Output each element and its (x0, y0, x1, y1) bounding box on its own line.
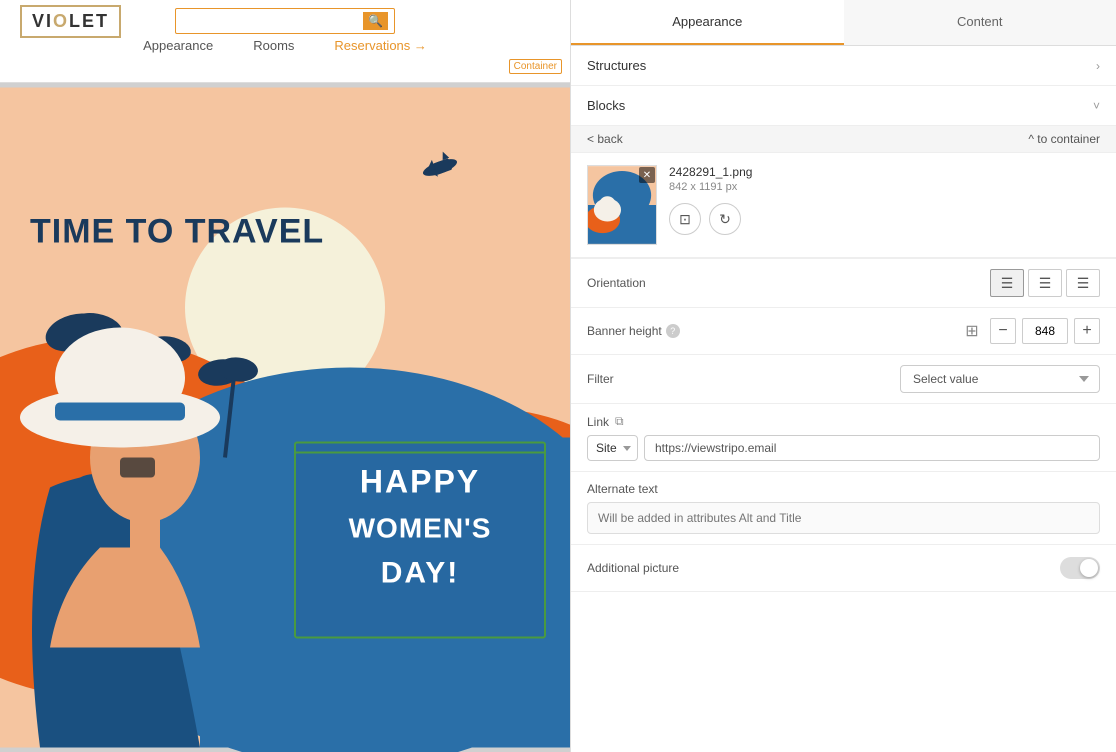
nav-bar: Appearance Rooms Reservations → (143, 38, 427, 53)
orient-right-button[interactable]: ☰ (1066, 269, 1100, 297)
link-inputs: Site (587, 435, 1100, 461)
nav-reservations[interactable]: Reservations → (334, 38, 426, 53)
blocks-label: Blocks (587, 98, 625, 113)
banner-height-label: Banner height ? (587, 324, 680, 338)
alternate-text-label: Alternate text (587, 482, 1100, 496)
height-input[interactable]: 848 (1022, 318, 1068, 344)
height-control: ⊞ − 848 + (960, 318, 1100, 344)
structures-label: Structures (587, 58, 646, 73)
additional-picture-toggle[interactable] (1060, 557, 1100, 579)
search-input[interactable] (182, 14, 363, 28)
panel-tabs: Appearance Content (571, 0, 1116, 46)
orientation-row: Orientation ☰ ☰ ☰ (571, 259, 1116, 308)
filter-select[interactable]: Select value (900, 365, 1100, 393)
crop-button[interactable]: ⊡ (669, 203, 701, 235)
orientation-label: Orientation (587, 276, 646, 290)
structures-section[interactable]: Structures › (571, 46, 1116, 86)
banner-svg: TIME TO TRAVEL HAPPY WOMEN'S DAY! (0, 83, 570, 752)
nav-about[interactable]: Appearance (143, 38, 213, 53)
grid-icon: ⊞ (960, 319, 984, 343)
alternate-text-section: Alternate text (571, 472, 1116, 545)
filter-row: Filter Select value (571, 355, 1116, 404)
replace-button[interactable]: ↻ (709, 203, 741, 235)
logo-o: O (53, 11, 69, 31)
additional-picture-label: Additional picture (587, 561, 679, 575)
blocks-section: Blocks ˅ < back ^ to container ✕ (571, 86, 1116, 259)
image-thumb-wrap: ✕ (587, 165, 657, 245)
logo: VIOLET (20, 5, 121, 38)
link-label: Link ⧉ (587, 414, 1100, 429)
image-info: 2428291_1.png 842 x 1191 px ⊡ ↻ (669, 165, 1100, 235)
alternate-text-input[interactable] (587, 502, 1100, 534)
container-label: Container (509, 59, 562, 74)
search-bar[interactable]: 🔍 (175, 8, 395, 34)
back-button[interactable]: < back (587, 132, 623, 146)
banner-height-row: Banner height ? ⊞ − 848 + (571, 308, 1116, 355)
orientation-buttons: ☰ ☰ ☰ (990, 269, 1100, 297)
structures-chevron-icon: › (1096, 59, 1100, 73)
remove-image-button[interactable]: ✕ (639, 167, 655, 183)
height-increase-button[interactable]: + (1074, 318, 1100, 344)
image-filename: 2428291_1.png (669, 165, 1100, 179)
blocks-chevron-icon: ˅ (1093, 99, 1100, 113)
additional-picture-row: Additional picture (571, 545, 1116, 592)
banner-height-help-icon[interactable]: ? (666, 324, 680, 338)
right-panel: Appearance Content Structures › Blocks ˅… (570, 0, 1116, 752)
svg-text:TIME TO TRAVEL: TIME TO TRAVEL (30, 213, 324, 251)
header-top: VIOLET 🔍 (0, 8, 570, 34)
image-dimensions: 842 x 1191 px (669, 181, 1100, 193)
tab-content[interactable]: Content (844, 0, 1116, 45)
link-icon: ⧉ (615, 414, 624, 429)
link-type-select[interactable]: Site (587, 435, 638, 461)
image-card: ✕ 2428291_1.png 842 x 1191 px ⊡ ↻ (571, 153, 1116, 258)
filter-label: Filter (587, 372, 614, 386)
to-container-button[interactable]: ^ to container (1028, 132, 1100, 146)
header: VIOLET 🔍 Appearance Rooms Reservations →… (0, 0, 570, 83)
tab-appearance[interactable]: Appearance (571, 0, 844, 45)
svg-text:DAY!: DAY! (381, 557, 460, 590)
orient-center-button[interactable]: ☰ (1028, 269, 1062, 297)
orient-left-button[interactable]: ☰ (990, 269, 1024, 297)
svg-text:WOMEN'S: WOMEN'S (349, 513, 492, 544)
blocks-nav: < back ^ to container (571, 125, 1116, 153)
left-panel: VIOLET 🔍 Appearance Rooms Reservations →… (0, 0, 570, 752)
preview-canvas: TIME TO TRAVEL HAPPY WOMEN'S DAY! (0, 83, 570, 752)
blocks-header[interactable]: Blocks ˅ (571, 86, 1116, 125)
height-decrease-button[interactable]: − (990, 318, 1016, 344)
search-button[interactable]: 🔍 (363, 12, 388, 30)
link-row: Link ⧉ Site (571, 404, 1116, 472)
nav-rooms[interactable]: Rooms (253, 38, 294, 53)
link-url-input[interactable] (644, 435, 1100, 461)
image-actions: ⊡ ↻ (669, 203, 1100, 235)
svg-text:HAPPY: HAPPY (360, 464, 480, 500)
